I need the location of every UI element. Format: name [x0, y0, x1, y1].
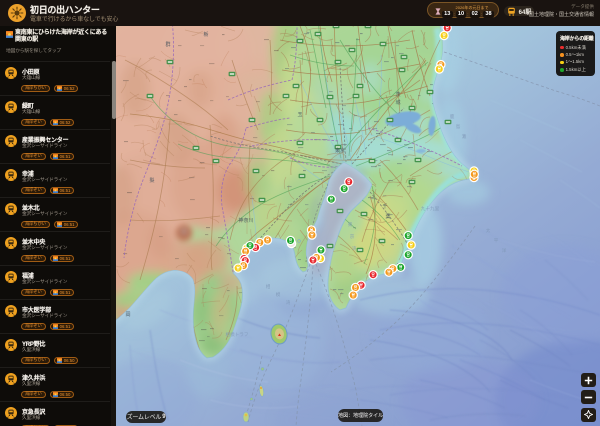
- svg-text:相模トラフ: 相模トラフ: [226, 331, 249, 338]
- svg-text:玉: 玉: [297, 112, 302, 118]
- svg-text:城: 城: [395, 99, 400, 106]
- svg-text:神奈川: 神奈川: [238, 217, 253, 224]
- svg-text:鹿: 鹿: [450, 113, 455, 120]
- svg-text:湾: 湾: [352, 245, 357, 252]
- svg-text:葉: 葉: [385, 213, 390, 220]
- svg-text:島: 島: [456, 123, 461, 130]
- svg-text:東京: 東京: [335, 147, 345, 154]
- svg-text:東: 東: [348, 221, 353, 228]
- svg-text:灘: 灘: [462, 133, 467, 140]
- svg-text:茨: 茨: [395, 91, 400, 98]
- svg-text:千: 千: [382, 203, 387, 210]
- svg-text:栃: 栃: [203, 31, 208, 38]
- svg-text:岡: 岡: [125, 312, 130, 318]
- svg-text:洋: 洋: [502, 247, 507, 254]
- svg-text:京: 京: [350, 233, 355, 240]
- svg-text:相: 相: [266, 283, 271, 290]
- svg-text:梨: 梨: [149, 177, 154, 184]
- svg-text:群: 群: [165, 41, 170, 48]
- svg-text:模: 模: [276, 291, 281, 298]
- svg-text:湾: 湾: [286, 299, 291, 306]
- svg-text:九十九里: 九十九里: [421, 205, 440, 212]
- svg-text:太: 太: [486, 227, 491, 234]
